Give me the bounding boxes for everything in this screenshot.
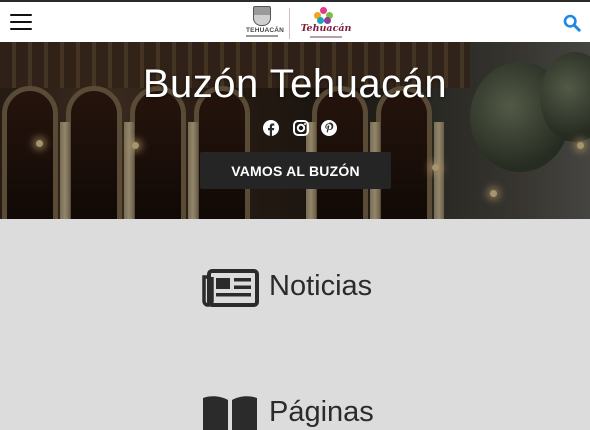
header-logos[interactable]: TEHUACÁN Tehuacán <box>246 5 352 41</box>
hero-banner: Buzón Tehuacán VAMOS AL BUZÓN <box>0 42 590 219</box>
facebook-icon[interactable] <box>263 120 279 136</box>
pages-label: Páginas <box>269 396 374 428</box>
flower-icon <box>314 7 334 24</box>
top-navbar: TEHUACÁN Tehuacán <box>0 0 590 42</box>
hamburger-menu-icon[interactable] <box>10 14 32 32</box>
news-section-link[interactable]: Noticias <box>201 268 391 312</box>
government-logo-text: TEHUACÁN <box>246 27 285 34</box>
search-icon[interactable] <box>563 14 581 32</box>
main-content: Noticias Páginas <box>0 219 590 430</box>
book-icon <box>203 396 257 430</box>
pages-section-link[interactable]: Páginas <box>201 394 391 430</box>
go-to-mailbox-button[interactable]: VAMOS AL BUZÓN <box>200 152 391 189</box>
social-links <box>263 120 339 138</box>
instagram-icon[interactable] <box>293 120 309 136</box>
brand-logo: Tehuacán <box>300 5 352 41</box>
government-logo: TEHUACÁN <box>246 5 285 41</box>
brand-logo-text: Tehuacán <box>300 23 352 34</box>
news-label: Noticias <box>269 270 373 302</box>
hero-title: Buzón Tehuacán <box>142 62 448 106</box>
coat-of-arms-icon <box>253 6 271 26</box>
logo-divider <box>289 8 290 39</box>
newspaper-icon <box>202 269 259 307</box>
pinterest-icon[interactable] <box>321 120 337 136</box>
